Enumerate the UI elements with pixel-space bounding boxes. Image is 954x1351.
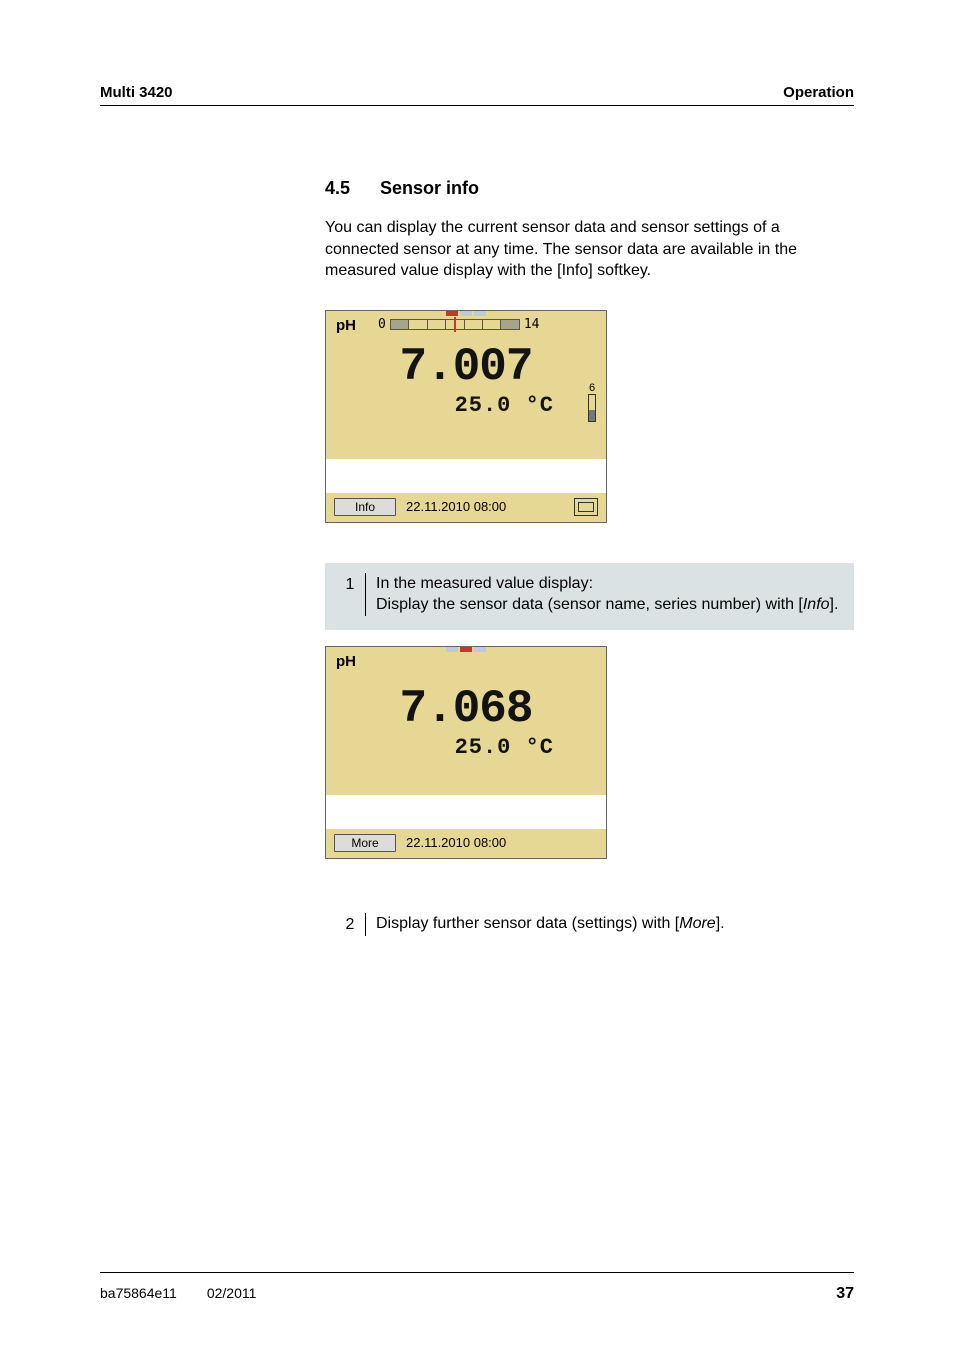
step-line2a: Display the sensor data (sensor name, se… — [376, 596, 803, 613]
step2-b: ]. — [716, 915, 725, 932]
step-line2b: ]. — [830, 596, 839, 613]
tab-indicator — [446, 311, 486, 316]
step2-a: Display further sensor data (settings) w… — [376, 915, 679, 932]
scale-max: 14 — [524, 317, 540, 332]
screen-timestamp: 22.11.2010 08:00 — [406, 499, 506, 514]
info-softkey[interactable]: Info — [334, 498, 396, 516]
section-title: 4.5 Sensor info — [325, 178, 854, 199]
ph-scale: 0 14 — [378, 317, 539, 332]
step-line1: In the measured value display: — [376, 575, 593, 592]
battery-icon: 6 — [586, 383, 598, 422]
step-text: Display further sensor data (settings) w… — [376, 913, 840, 936]
step-number: 2 — [335, 913, 366, 936]
section-name: Sensor info — [380, 178, 479, 198]
header-right: Operation — [783, 84, 854, 101]
step-number: 1 — [335, 573, 366, 616]
page-footer: ba75864e11 02/2011 37 — [100, 1272, 854, 1303]
footer-docid: ba75864e11 — [100, 1285, 177, 1301]
step-line2-ital: Info — [803, 596, 830, 613]
step2-ital: More — [679, 915, 715, 932]
screen-timestamp: 22.11.2010 08:00 — [406, 835, 506, 850]
more-softkey[interactable]: More — [334, 834, 396, 852]
header-left: Multi 3420 — [100, 84, 173, 101]
temperature-value: 25.0 °C — [334, 735, 598, 760]
instruction-step-1: 1 In the measured value display: Display… — [325, 563, 854, 630]
step-text: In the measured value display: Display t… — [376, 573, 840, 616]
scale-marker — [454, 317, 456, 332]
footer-date: 02/2011 — [207, 1285, 257, 1301]
measurement-mode-label: pH — [336, 317, 356, 334]
scale-min: 0 — [378, 317, 386, 332]
printer-icon[interactable] — [574, 498, 598, 516]
instruction-step-2: 2 Display further sensor data (settings)… — [325, 903, 854, 950]
ph-value: 7.068 — [334, 683, 598, 735]
temperature-value: 25.0 °C — [334, 393, 598, 418]
device-screen-1: pH 0 14 7.007 25.0 °C — [325, 310, 607, 523]
measurement-mode-label: pH — [336, 653, 356, 670]
intro-paragraph: You can display the current sensor data … — [325, 217, 854, 282]
ph-value: 7.007 — [334, 341, 598, 393]
scale-bar — [390, 319, 520, 330]
device-screen-2: pH 7.068 25.0 °C More 22.11.2010 08:00 — [325, 646, 607, 859]
page-number: 37 — [836, 1285, 854, 1303]
tab-indicator — [446, 647, 486, 652]
page-header: Multi 3420 Operation — [100, 84, 854, 106]
section-number: 4.5 — [325, 178, 375, 199]
